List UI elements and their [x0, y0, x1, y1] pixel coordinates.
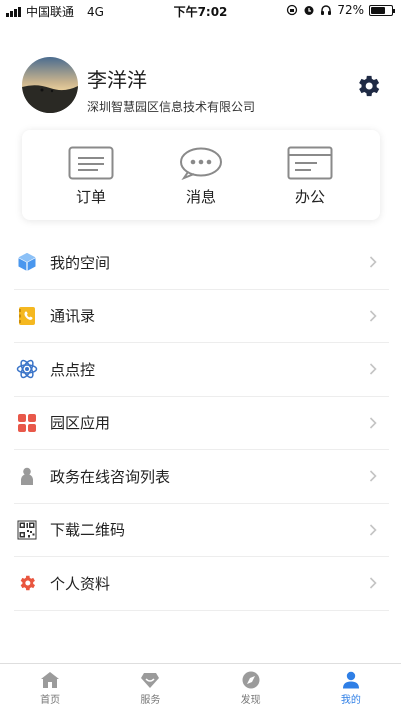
quick-order[interactable]: 订单 [51, 146, 131, 207]
menu-label: 政务在线咨询列表 [50, 467, 171, 486]
menu-label: 点点控 [50, 360, 96, 379]
office-icon [287, 146, 333, 180]
diamond-icon [141, 673, 160, 688]
chevron-right-icon [369, 577, 377, 589]
menu-label: 园区应用 [50, 414, 111, 433]
menu-item-personal-info[interactable]: 个人资料 [14, 557, 389, 611]
tab-discover[interactable]: 发现 [201, 664, 301, 710]
compass-icon [242, 671, 260, 689]
chevron-right-icon [369, 256, 377, 268]
order-icon [68, 146, 114, 180]
tab-label: 我的 [340, 695, 361, 706]
status-right: 72% [286, 3, 395, 17]
chevron-right-icon [369, 417, 377, 429]
alarm-icon [304, 6, 314, 15]
status-bar: 中国联通 4G 下午7:02 72% [0, 0, 401, 20]
contacts-icon [16, 305, 38, 327]
chevron-right-icon [369, 363, 377, 375]
tab-label: 首页 [40, 695, 61, 706]
user-name: 李洋洋 [87, 68, 147, 92]
menu-item-download-qrcode[interactable]: 下载二维码 [14, 504, 389, 557]
settings-button[interactable] [354, 72, 382, 100]
quick-message-label: 消息 [185, 188, 216, 206]
person-icon [16, 465, 38, 487]
menu-label: 通讯录 [50, 307, 96, 326]
tab-bar: 首页 服务 发现 我的 [0, 663, 401, 710]
tab-home[interactable]: 首页 [0, 664, 100, 710]
home-icon [41, 672, 60, 688]
qrcode-icon [16, 519, 38, 541]
cube-icon [16, 251, 38, 273]
menu-item-gov-consult-list[interactable]: 政务在线咨询列表 [14, 450, 389, 504]
menu-label: 下载二维码 [50, 521, 126, 540]
quick-message[interactable]: 消息 [161, 146, 241, 207]
atom-icon [16, 358, 38, 380]
menu-item-my-space[interactable]: 我的空间 [14, 236, 389, 290]
avatar[interactable] [22, 57, 78, 113]
chevron-right-icon [369, 470, 377, 482]
apps-grid-icon [16, 412, 38, 434]
quick-actions-card: 订单 消息 办公 [22, 130, 380, 220]
tab-mine[interactable]: 我的 [301, 664, 401, 710]
rotation-lock-icon [287, 4, 298, 16]
gear-icon [359, 75, 380, 97]
battery-percent: 72% [337, 3, 364, 17]
quick-office-label: 办公 [294, 188, 325, 206]
menu-item-dian-dian-kong[interactable]: 点点控 [14, 343, 389, 397]
menu-list: 我的空间 通讯录 点点控 园区应用 政务在线咨询列表 下载二维码 个人资料 [14, 236, 389, 611]
quick-office[interactable]: 办公 [270, 146, 350, 207]
menu-item-contacts[interactable]: 通讯录 [14, 290, 389, 343]
avatar-image [22, 57, 78, 113]
tab-service[interactable]: 服务 [100, 664, 200, 710]
tab-label: 服务 [140, 695, 161, 706]
company-name: 深圳智慧园区信息技术有限公司 [87, 100, 256, 114]
menu-item-park-apps[interactable]: 园区应用 [14, 397, 389, 450]
headphones-icon [321, 5, 332, 15]
quick-order-label: 订单 [75, 188, 106, 206]
tab-label: 发现 [240, 695, 261, 706]
user-icon [342, 671, 359, 689]
battery-icon [369, 4, 395, 16]
gear-icon [16, 572, 38, 594]
chevron-right-icon [369, 524, 377, 536]
menu-label: 我的空间 [50, 253, 111, 272]
message-icon [180, 147, 222, 180]
menu-label: 个人资料 [50, 574, 111, 593]
chevron-right-icon [369, 310, 377, 322]
